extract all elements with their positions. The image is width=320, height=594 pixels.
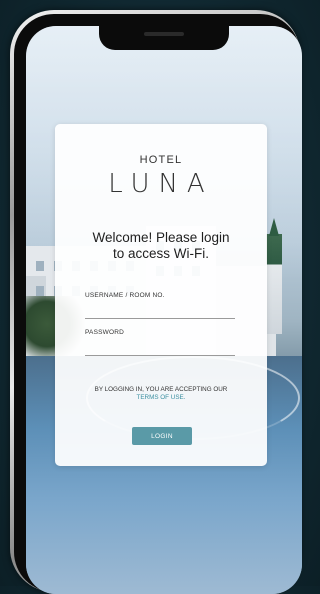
hotel-logo-prefix: HOTEL: [139, 154, 183, 166]
welcome-line-1: Welcome! Please login: [92, 230, 230, 245]
welcome-line-2: to access Wi-Fi.: [112, 246, 209, 261]
login-button[interactable]: LOGIN: [132, 427, 192, 445]
terms-text: BY LOGGING IN, YOU ARE ACCEPTING OUR: [94, 386, 228, 393]
background-tower: [266, 218, 282, 334]
phone-screen: HOTEL LUNA Welcome! Please login to acce…: [26, 26, 302, 594]
phone-bezel: HOTEL LUNA Welcome! Please login to acce…: [14, 14, 302, 594]
password-field: PASSWORD: [85, 329, 235, 356]
terms-of-use-link[interactable]: TERMS OF USE.: [137, 394, 186, 401]
terms-notice: BY LOGGING IN, YOU ARE ACCEPTING OUR TER…: [69, 386, 253, 402]
hotel-logo-name: LUNA: [108, 169, 214, 199]
login-card: HOTEL LUNA Welcome! Please login to acce…: [55, 124, 267, 466]
username-label: USERNAME / ROOM NO.: [85, 292, 165, 299]
phone-notch: [99, 26, 229, 50]
password-label: PASSWORD: [85, 329, 125, 336]
username-field: USERNAME / ROOM NO.: [85, 292, 235, 319]
welcome-message: Welcome! Please login to access Wi-Fi.: [65, 230, 257, 262]
speaker-grille: [144, 32, 184, 36]
username-input[interactable]: [85, 300, 235, 319]
password-input[interactable]: [85, 337, 235, 356]
phone-frame: HOTEL LUNA Welcome! Please login to acce…: [10, 10, 302, 594]
